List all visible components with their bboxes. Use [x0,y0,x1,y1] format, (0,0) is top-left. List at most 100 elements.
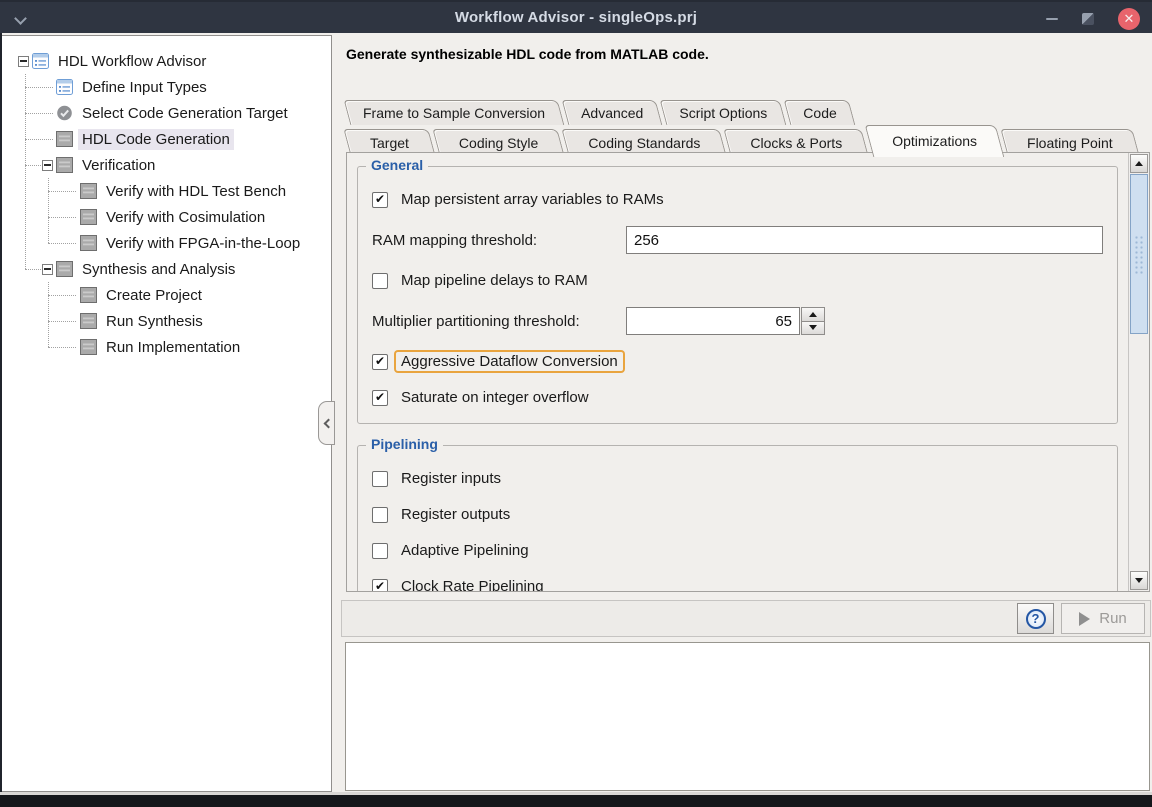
panel-icon [80,339,97,355]
tree-item-hdl-workflow-advisor[interactable]: HDL Workflow Advisor [2,48,331,74]
panel-icon [80,183,97,199]
tab-label: Optimizations [892,133,977,149]
tree-connector-stub [48,295,76,296]
checkbox-label: Register outputs [396,505,515,524]
tree-item-label: Run Synthesis [102,311,207,332]
field-label: Multiplier partitioning threshold: [372,313,626,330]
ram-mapping-threshold-input[interactable] [626,226,1103,254]
option-register-inputs[interactable]: Register inputs [372,469,1103,488]
options-scrollbar[interactable] [1128,153,1149,591]
tree-item-create-project[interactable]: Create Project [2,282,331,308]
spinner-buttons [801,307,825,335]
tree-item-hdl-code-generation[interactable]: HDL Code Generation [2,126,331,152]
collapse-expander-icon[interactable] [18,56,29,67]
tab-label: Advanced [581,105,643,121]
panel-icon [80,287,97,303]
workflow-tree: HDL Workflow Advisor Define Input Types Se… [2,35,332,792]
checkbox[interactable] [372,273,388,289]
option-clock-rate-pipelining[interactable]: Clock Rate Pipelining [372,577,1103,591]
option-aggressive-dataflow-conversion[interactable]: Aggressive Dataflow Conversion [372,352,1103,371]
panel-icon [80,313,97,329]
tab-label: Clocks & Ports [750,135,842,151]
tree-item-select-code-generation-target[interactable]: Select Code Generation Target [2,100,331,126]
tree-item-synthesis-and-analysis[interactable]: Synthesis and Analysis [2,256,331,282]
tree-collapse-button[interactable] [318,401,335,445]
tree-connector-stub [48,321,76,322]
spinner-down-icon[interactable] [801,322,825,336]
tree-item-verify-with-cosimulation[interactable]: Verify with Cosimulation [2,204,331,230]
tree-item-label: Verify with HDL Test Bench [102,181,290,202]
tree-item-label: Verify with FPGA-in-the-Loop [102,233,304,254]
field-multiplier-partitioning-threshold: Multiplier partitioning threshold: [372,307,1103,335]
group-general: GeneralMap persistent array variables to… [357,166,1118,424]
help-button[interactable]: ? [1017,603,1054,634]
tab-label: Floating Point [1027,135,1113,151]
checkbox-label: Saturate on integer overflow [396,388,594,407]
panel-icon [80,235,97,251]
message-output-area[interactable] [345,642,1150,791]
help-icon: ? [1026,609,1046,629]
checkbox[interactable] [372,354,388,370]
window-title: Workflow Advisor - singleOps.prj [0,9,1152,26]
scroll-down-icon[interactable] [1130,571,1148,590]
run-button-label: Run [1099,610,1127,627]
tree-item-run-implementation[interactable]: Run Implementation [2,334,331,360]
tree-item-label: HDL Code Generation [78,129,234,150]
checkbox[interactable] [372,543,388,559]
tree-item-verify-with-fpga-in-the-loop[interactable]: Verify with FPGA-in-the-Loop [2,230,331,256]
option-map-persistent-array-variables-to-rams[interactable]: Map persistent array variables to RAMs [372,190,1103,209]
checkbox[interactable] [372,390,388,406]
collapse-expander-icon[interactable] [42,160,53,171]
option-register-outputs[interactable]: Register outputs [372,505,1103,524]
panel-icon [56,261,73,277]
option-saturate-on-integer-overflow[interactable]: Saturate on integer overflow [372,388,1103,407]
tree-item-define-input-types[interactable]: Define Input Types [2,74,331,100]
tree-connector-stub [25,165,41,166]
checkbox[interactable] [372,192,388,208]
run-button[interactable]: Run [1061,603,1145,634]
scrollbar-thumb[interactable] [1130,174,1148,334]
tree-item-label: Select Code Generation Target [78,103,292,124]
checkbox[interactable] [372,579,388,592]
tab-frame-to-sample-conversion[interactable]: Frame to Sample Conversion [347,100,561,125]
tab-label: Coding Style [459,135,538,151]
tree-connector-stub [48,243,76,244]
tree-connector-stub [48,191,76,192]
tree-item-run-synthesis[interactable]: Run Synthesis [2,308,331,334]
checkbox[interactable] [372,507,388,523]
tab-row-1: Frame to Sample Conversion Advanced Script… [347,100,1152,125]
field-label: RAM mapping threshold: [372,232,626,249]
checkbox-label: Adaptive Pipelining [396,541,534,560]
option-adaptive-pipelining[interactable]: Adaptive Pipelining [372,541,1103,560]
close-icon[interactable]: ✕ [1118,8,1140,30]
checkbox-label: Clock Rate Pipelining [396,577,549,591]
tasklist-icon [56,79,73,95]
tab-advanced[interactable]: Advanced [565,100,659,125]
option-map-pipeline-delays-to-ram[interactable]: Map pipeline delays to RAM [372,271,1103,290]
tree-connector-stub [25,139,53,140]
group-title: Pipelining [366,436,443,452]
checkbox[interactable] [372,471,388,487]
tree-item-verify-with-hdl-test-bench[interactable]: Verify with HDL Test Bench [2,178,331,204]
tab-label: Script Options [679,105,767,121]
optimizations-tab-panel: General Map persistent array variables to… [346,152,1150,592]
scroll-up-icon[interactable] [1130,154,1148,173]
tree-item-label: Define Input Types [78,77,211,98]
multiplier-partitioning-threshold-input[interactable] [626,307,800,335]
tab-code[interactable]: Code [787,100,852,125]
spinner-up-icon[interactable] [801,307,825,322]
window-bottom-shadow [0,795,1152,807]
tasklist-icon [32,53,49,69]
group-title: General [366,157,428,173]
minimize-icon[interactable] [1046,18,1058,20]
collapse-expander-icon[interactable] [42,264,53,275]
restore-icon[interactable] [1082,13,1094,25]
tree-connector-stub [25,87,53,88]
tab-script-options[interactable]: Script Options [663,100,783,125]
tree-item-label: Create Project [102,285,206,306]
tree-connector-stub [25,113,53,114]
tree-item-verification[interactable]: Verification [2,152,331,178]
play-icon [1079,612,1090,626]
tab-label: Target [370,135,409,151]
tab-optimizations[interactable]: Optimizations [869,125,1000,156]
